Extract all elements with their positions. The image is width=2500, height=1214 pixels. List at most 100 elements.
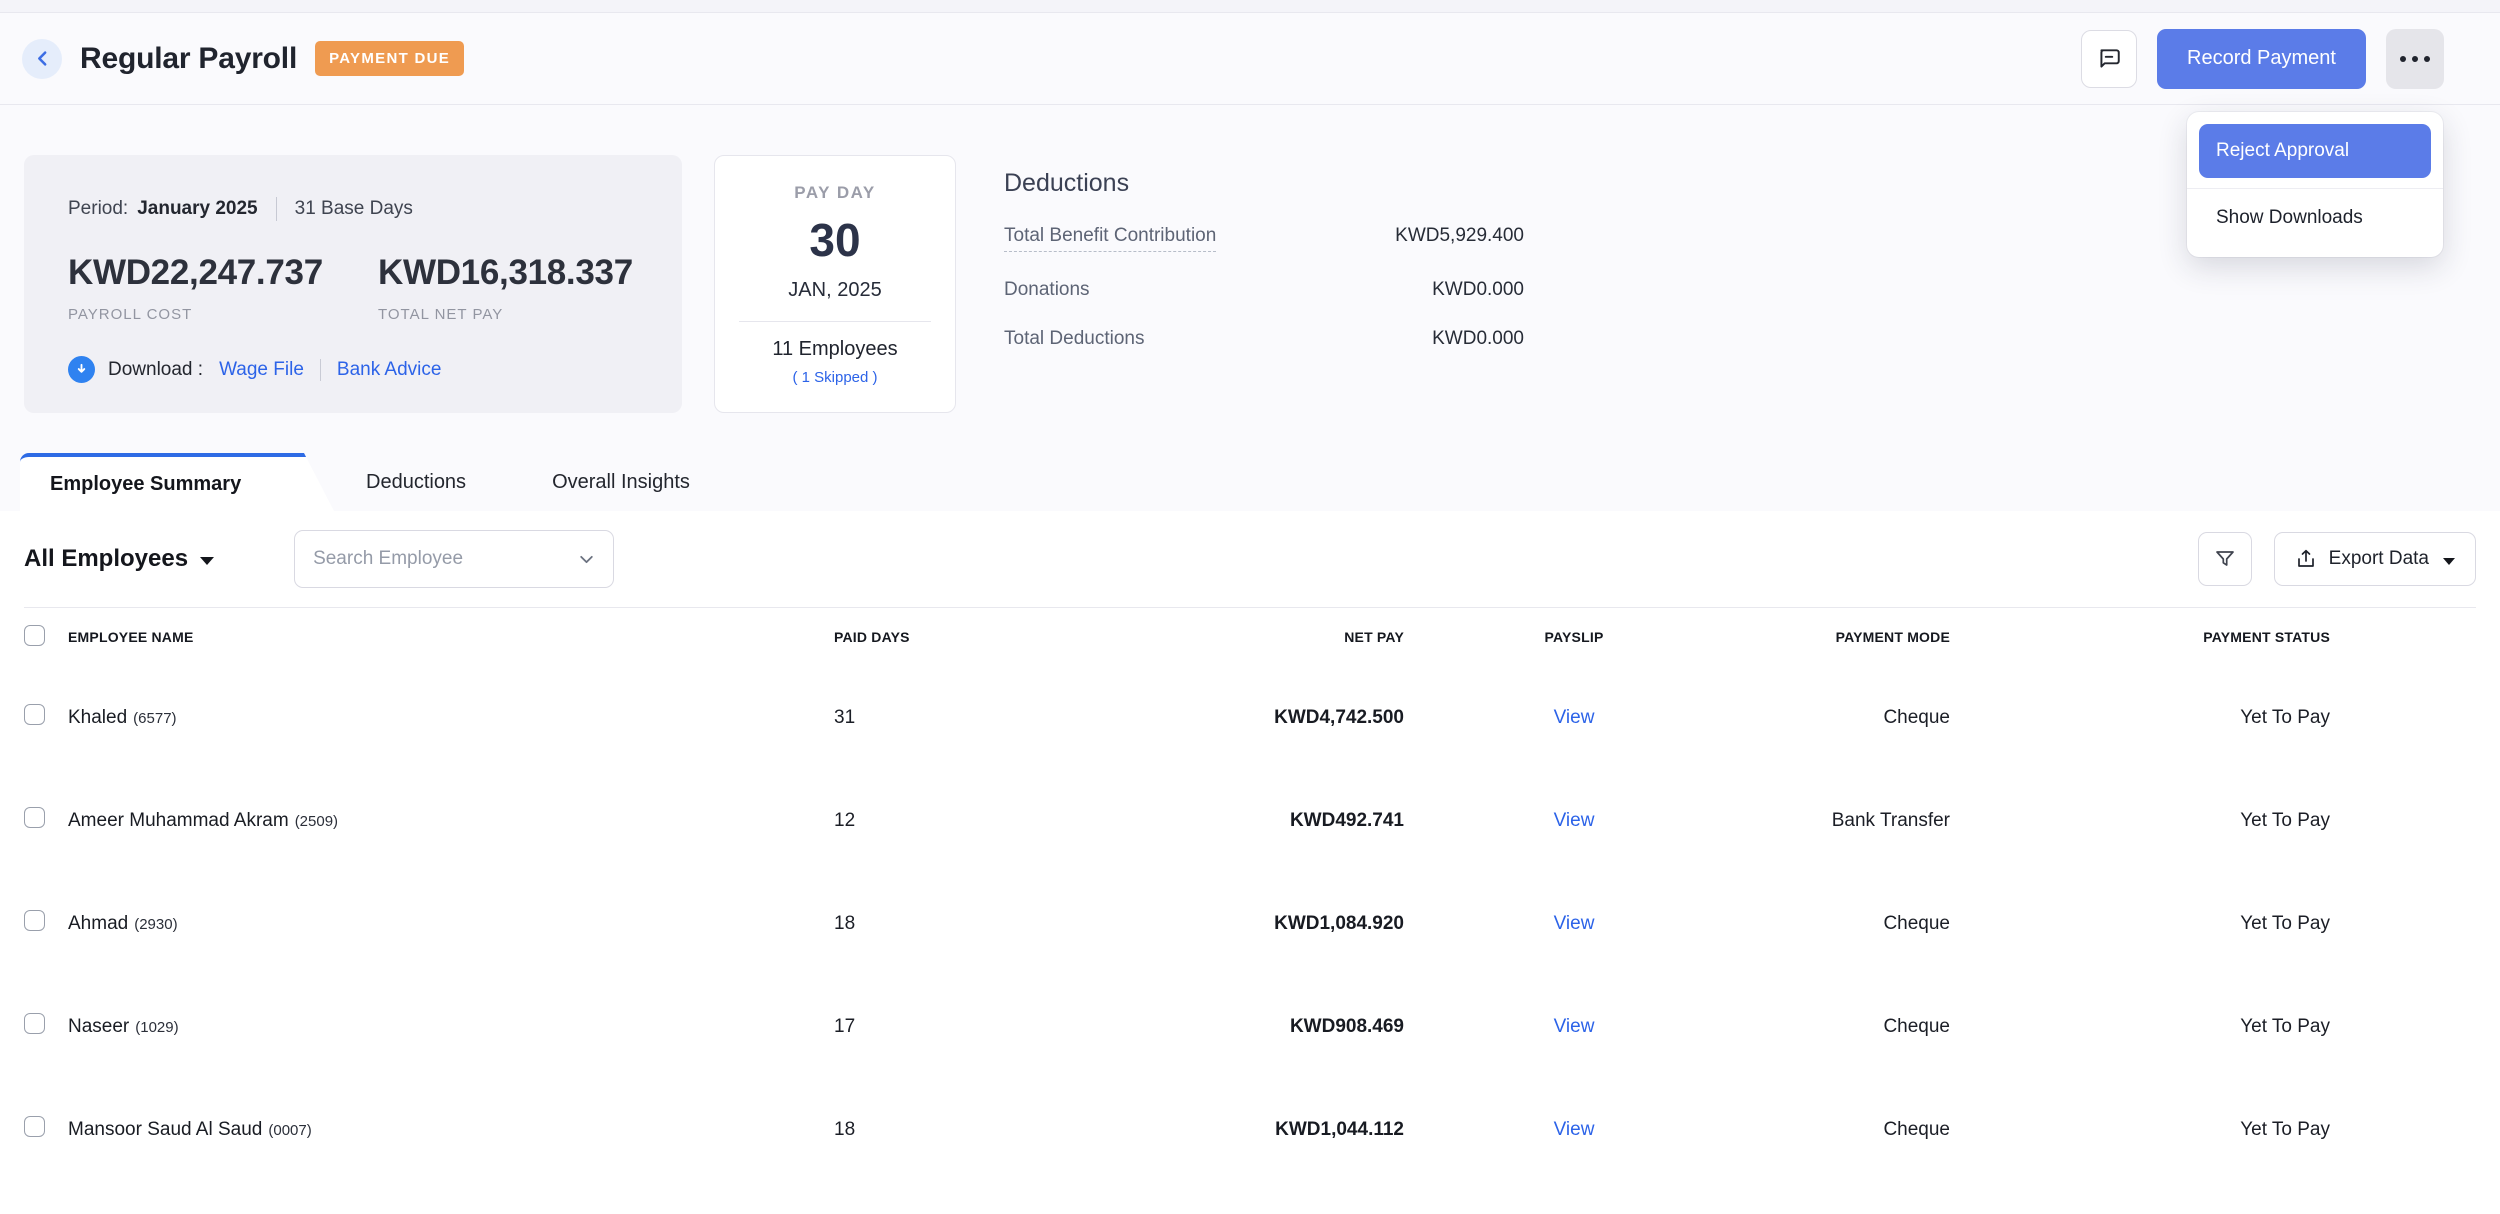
employee-id: (2930) [134,916,177,933]
chevron-down-icon [578,551,595,568]
period-value: January 2025 [137,198,257,220]
payment-status-cell: Yet To Pay [1950,1119,2330,1141]
row-checkbox[interactable] [24,704,45,725]
net-pay-cell: KWD908.469 [1054,1016,1404,1038]
table-toolbar: All Employees Export Data [24,511,2476,607]
column-header-payment-status: PAYMENT STATUS [1950,629,2330,645]
header-actions: Record Payment [2081,29,2444,89]
net-pay-cell: KWD492.741 [1054,810,1404,832]
payment-mode-cell: Cheque [1744,913,1950,935]
payslip-view-link[interactable]: View [1404,1119,1744,1141]
payday-day: 30 [733,213,937,267]
chevron-left-icon [34,50,51,67]
divider [320,359,321,381]
employee-id: (1029) [135,1019,178,1036]
payroll-cost-label: PAYROLL COST [68,306,378,323]
tab-overall-insights[interactable]: Overall Insights [530,453,712,511]
period-line: Period: January 2025 31 Base Days [68,197,638,221]
export-data-button[interactable]: Export Data [2274,532,2476,586]
status-badge: PAYMENT DUE [315,41,464,76]
payroll-cost-value: KWD22,247.737 [68,253,378,293]
column-header-payslip: PAYSLIP [1404,629,1744,645]
menu-item-reject-approval[interactable]: Reject Approval [2199,124,2431,178]
employee-filter-label: All Employees [24,545,188,573]
employee-search-combobox[interactable] [294,530,614,588]
comments-button[interactable] [2081,30,2137,88]
payment-mode-cell: Cheque [1744,1016,1950,1038]
search-input[interactable] [313,548,578,570]
net-pay-cell: KWD1,044.112 [1054,1119,1404,1141]
column-header-paid-days: PAID DAYS [834,629,1054,645]
payday-employee-count: 11 Employees [733,338,937,361]
net-pay-cell: KWD4,742.500 [1054,707,1404,729]
tabs: Employee Summary Deductions Overall Insi… [0,453,2500,511]
employee-filter-dropdown[interactable]: All Employees [24,545,214,573]
payment-mode-cell: Cheque [1744,707,1950,729]
payment-status-cell: Yet To Pay [1950,1016,2330,1038]
paid-days-cell: 17 [834,1016,1054,1038]
menu-item-show-downloads[interactable]: Show Downloads [2199,189,2431,249]
payroll-cost-block: KWD22,247.737 PAYROLL COST [68,253,378,323]
table-row: Ahmad(2930) 18 KWD1,084.920 View Cheque … [24,872,2476,975]
row-checkbox[interactable] [24,1116,45,1137]
employee-id: (0007) [268,1122,311,1139]
caret-down-icon [2443,558,2455,565]
row-checkbox[interactable] [24,1013,45,1034]
bank-advice-link[interactable]: Bank Advice [337,359,442,381]
paid-days-cell: 18 [834,913,1054,935]
page-title: Regular Payroll [80,42,297,76]
deduction-row: Total Benefit Contribution KWD5,929.400 [1004,225,1524,252]
tab-employee-summary[interactable]: Employee Summary [20,453,334,511]
download-row: Download : Wage File Bank Advice [68,356,638,383]
wage-file-link[interactable]: Wage File [219,359,304,381]
column-header-payment-mode: PAYMENT MODE [1744,629,1950,645]
ellipsis-icon [2400,56,2406,62]
period-summary-card: Period: January 2025 31 Base Days KWD22,… [24,155,682,413]
payday-skipped-link[interactable]: ( 1 Skipped ) [733,369,937,386]
deductions-title: Deductions [1004,169,1524,198]
export-icon [2295,548,2317,570]
caret-down-icon [200,557,214,565]
payday-month-year: JAN, 2025 [733,279,937,302]
table-header-row: EMPLOYEE NAME PAID DAYS NET PAY PAYSLIP … [24,608,2476,666]
base-days: 31 Base Days [295,198,413,220]
employee-name: Khaled [68,707,127,728]
table-row: Khaled(6577) 31 KWD4,742.500 View Cheque… [24,666,2476,769]
employee-name: Naseer [68,1016,129,1037]
payday-label: PAY DAY [733,183,937,203]
filter-button[interactable] [2198,532,2252,586]
deduction-label-benefit-contribution[interactable]: Total Benefit Contribution [1004,225,1216,252]
page-header: Regular Payroll PAYMENT DUE Record Payme… [0,13,2500,105]
back-button[interactable] [22,39,62,79]
row-checkbox[interactable] [24,910,45,931]
comment-bubble-icon [2096,46,2122,72]
employee-id: (2509) [295,813,338,830]
employee-name: Ameer Muhammad Akram [68,810,289,831]
total-net-pay-label: TOTAL NET PAY [378,306,633,323]
employee-name: Ahmad [68,913,128,934]
paid-days-cell: 12 [834,810,1054,832]
record-payment-button[interactable]: Record Payment [2157,29,2366,89]
payslip-view-link[interactable]: View [1404,810,1744,832]
payslip-view-link[interactable]: View [1404,1016,1744,1038]
deduction-label-total: Total Deductions [1004,328,1144,350]
download-icon [68,356,95,383]
period-label: Period: [68,198,128,220]
divider [739,321,931,322]
summary-cards-row: Period: January 2025 31 Base Days KWD22,… [0,155,2500,413]
more-options-button[interactable] [2386,29,2444,89]
row-checkbox[interactable] [24,807,45,828]
deduction-value: KWD5,929.400 [1395,225,1524,247]
tab-deductions[interactable]: Deductions [344,453,488,511]
payslip-view-link[interactable]: View [1404,913,1744,935]
payslip-view-link[interactable]: View [1404,707,1744,729]
deduction-value: KWD0.000 [1432,328,1524,350]
payment-mode-cell: Cheque [1744,1119,1950,1141]
total-net-pay-value: KWD16,318.337 [378,253,633,293]
deduction-row: Donations KWD0.000 [1004,279,1524,301]
select-all-checkbox[interactable] [24,625,45,646]
paid-days-cell: 31 [834,707,1054,729]
export-label: Export Data [2329,548,2429,570]
table-row: Naseer (1029) 17 KWD908.469 View Cheque Y… [24,975,2476,1078]
summary-band: Period: January 2025 31 Base Days KWD22,… [0,105,2500,511]
